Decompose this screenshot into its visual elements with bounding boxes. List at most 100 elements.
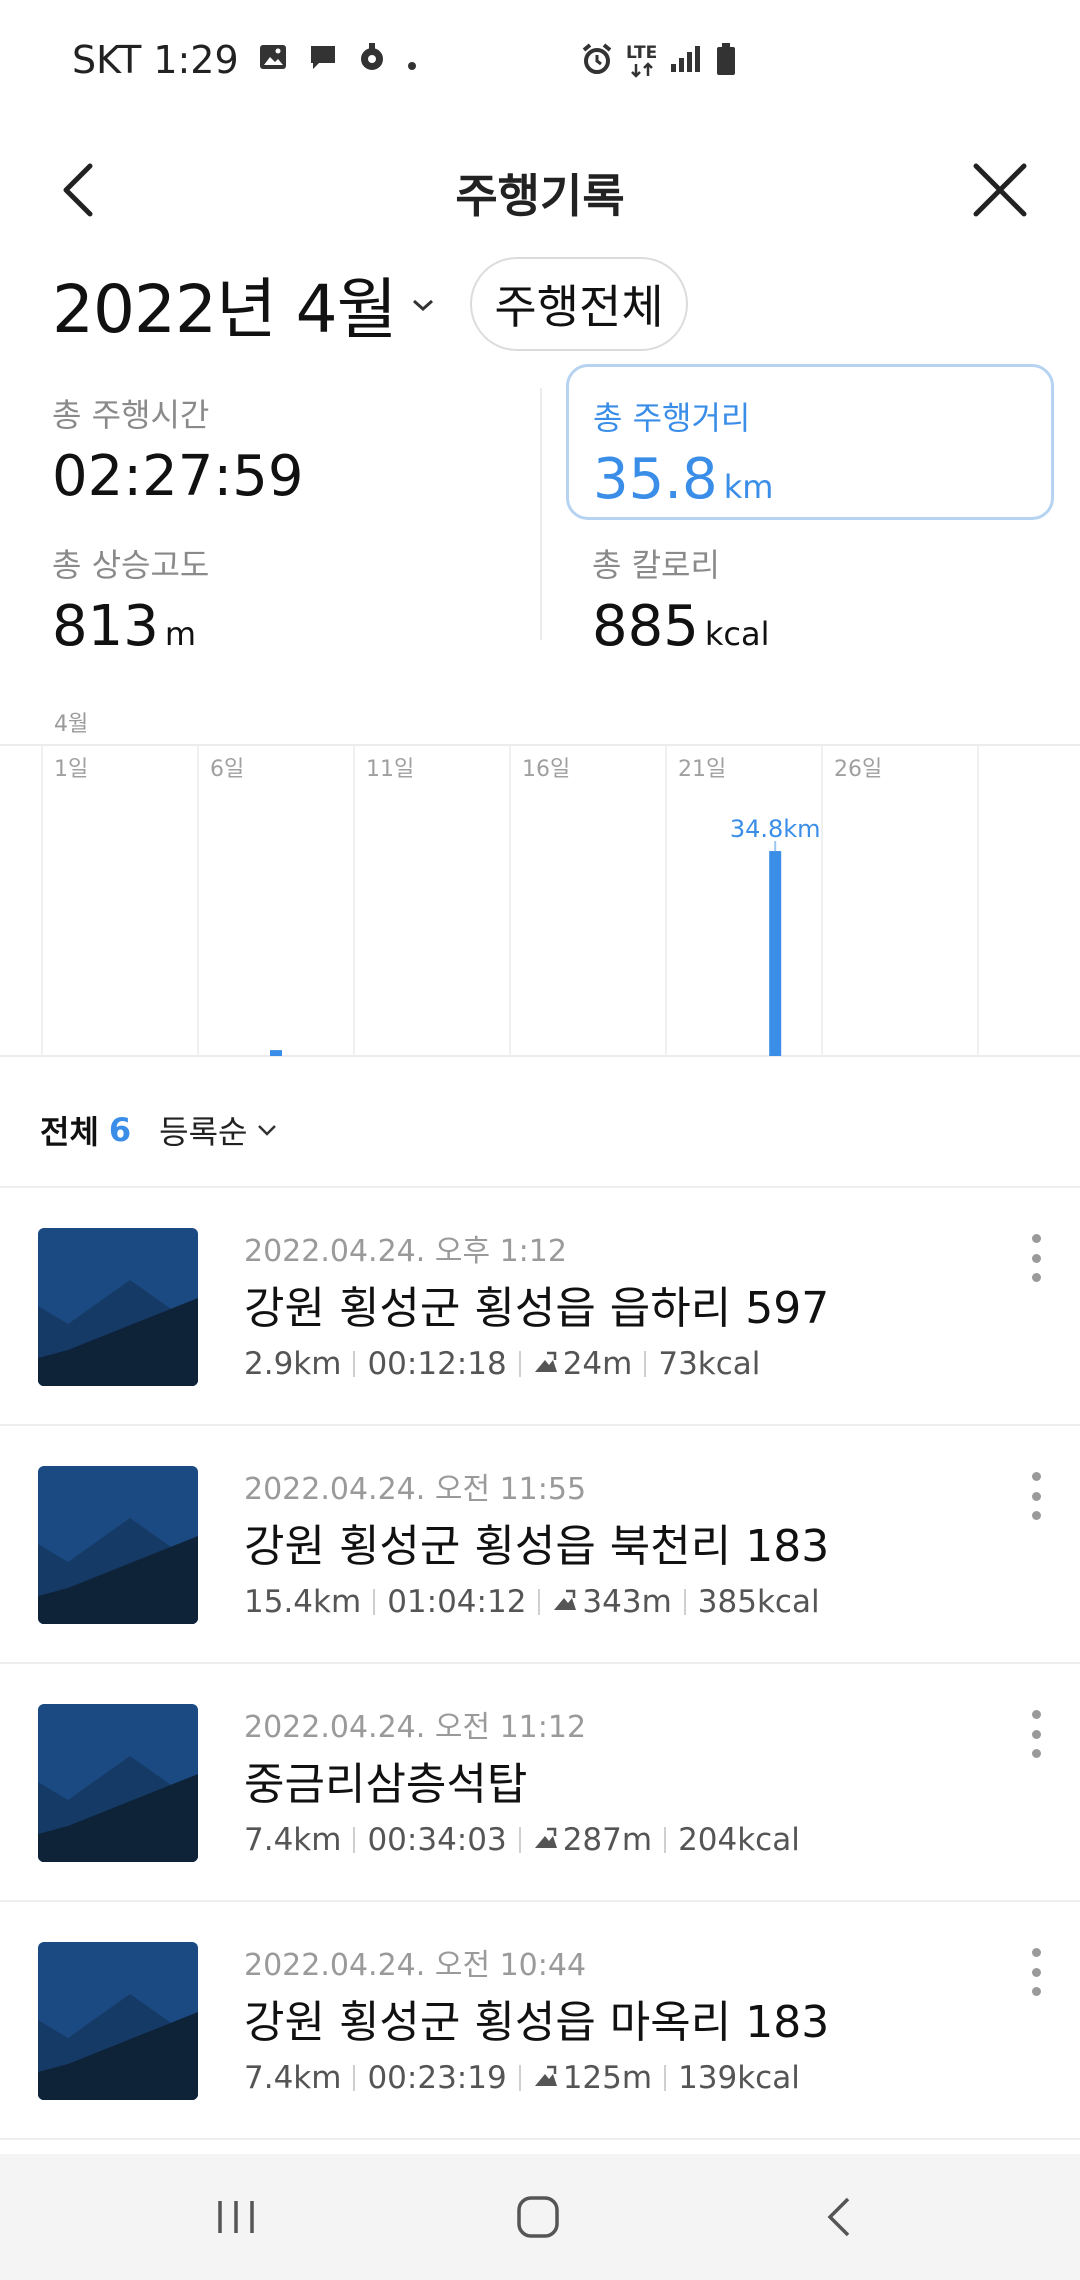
close-button[interactable] [960, 150, 1040, 230]
stat-separator [353, 1827, 356, 1853]
chart-tick-label: 26일 [834, 757, 882, 782]
ride-list-item[interactable]: 2022.04.24. 오전 11:12 중금리삼층석탑 7.4km 00:34… [0, 1664, 1080, 1902]
ride-calories: 204kcal [678, 1822, 800, 1858]
total-calorie-label: 총 칼로리 [592, 546, 720, 584]
status-bar: SKT 1:29 LTE [0, 0, 1080, 120]
stat-separator [518, 1351, 521, 1377]
total-count-value: 6 [108, 1111, 132, 1149]
home-icon [517, 2196, 559, 2238]
ride-date: 2022.04.24. 오전 11:55 [244, 1472, 587, 1507]
month-label: 2022년 4월 [52, 271, 397, 348]
stat-separator [353, 1351, 356, 1377]
chart-plot: 1일 6일 11일 16일 21일 26일 34.8km [0, 744, 1080, 1057]
ride-calories: 139kcal [678, 2060, 800, 2096]
status-right: LTE [580, 42, 737, 80]
ride-date: 2022.04.24. 오전 10:44 [244, 1948, 587, 1983]
more-dot-icon [1031, 1710, 1041, 1719]
total-elevation-stat[interactable]: 총 상승고도 813 m [52, 540, 209, 659]
total-calorie-unit: kcal [704, 615, 770, 653]
total-time-stat[interactable]: 총 주행시간 02:27:59 [52, 390, 304, 509]
page-title: 주행기록 [455, 169, 625, 223]
summary-stats: 총 주행시간 02:27:59 총 주행거리 35.8 km 총 상승고도 813… [0, 360, 1080, 660]
home-button[interactable] [508, 2187, 568, 2247]
chart-data-label: 34.8km [730, 815, 821, 843]
chart-tick-label: 16일 [522, 757, 570, 782]
stat-separator [518, 2065, 521, 2091]
chart-month-label: 4월 [54, 712, 89, 737]
chart-tick-label: 6일 [210, 757, 244, 782]
recents-button[interactable] [206, 2187, 266, 2247]
carrier-label: SKT [72, 38, 142, 82]
total-calorie-value: 885 [592, 594, 699, 659]
battery-icon [715, 42, 737, 80]
more-dot-icon [1031, 1472, 1041, 1481]
ride-elevation: 24m [562, 1346, 633, 1382]
month-selector[interactable]: 2022년 4월 [52, 256, 436, 352]
total-count-label: 전체 [40, 1113, 99, 1151]
total-distance-stat[interactable]: 총 주행거리 35.8 km [566, 364, 1054, 520]
stat-separator [353, 2065, 356, 2091]
more-dot-icon [1031, 1749, 1041, 1758]
more-options-button[interactable] [1018, 1228, 1054, 1288]
distance-chart[interactable]: 4월 1일 6일 11일 16일 21일 26일 34.8km [0, 700, 1080, 1060]
ride-name: 강원 횡성군 횡성읍 마옥리 183 [244, 1997, 830, 2048]
ride-distance: 7.4km [244, 1822, 342, 1858]
more-dot-icon [1031, 1511, 1041, 1520]
stats-divider [540, 388, 542, 640]
total-calorie-stat[interactable]: 총 칼로리 885 kcal [592, 540, 770, 659]
ride-distance: 2.9km [244, 1346, 342, 1382]
ride-list-item[interactable]: 2022.04.24. 오후 1:12 강원 횡성군 횡성읍 읍하리 597 2… [0, 1188, 1080, 1426]
ride-name: 강원 횡성군 횡성읍 북천리 183 [244, 1521, 830, 1572]
elevation-icon [533, 2060, 559, 2096]
back-icon [827, 2197, 850, 2237]
more-options-button[interactable] [1018, 1942, 1054, 2002]
more-options-button[interactable] [1018, 1466, 1054, 1526]
more-options-button[interactable] [1018, 1704, 1054, 1764]
clock: 1:29 [153, 38, 239, 82]
close-icon [973, 163, 1027, 217]
top-app-bar: 주행기록 [0, 120, 1080, 260]
stat-separator [664, 2065, 667, 2091]
stat-separator [644, 1351, 647, 1377]
ride-stats: 2.9km 00:12:18 24m 73kcal [244, 1346, 760, 1382]
ride-stats: 7.4km 00:34:03 287m 204kcal [244, 1822, 800, 1858]
ride-elevation: 343m [582, 1584, 672, 1620]
recents-icon [218, 2201, 254, 2233]
ride-list-item[interactable]: 2022.04.24. 오전 10:44 강원 횡성군 횡성읍 마옥리 183 … [0, 1902, 1080, 2140]
stat-separator [518, 1827, 521, 1853]
ride-name: 중금리삼층석탑 [244, 1759, 528, 1810]
ride-stats: 15.4km 01:04:12 343m 385kcal [244, 1584, 820, 1620]
ride-distance: 7.4km [244, 2060, 342, 2096]
message-icon [307, 38, 339, 82]
ride-date: 2022.04.24. 오전 11:12 [244, 1710, 587, 1745]
gallery-icon [257, 38, 289, 82]
list-header: 전체 6 등록순 [40, 1100, 279, 1160]
total-elevation-unit: m [164, 615, 197, 653]
ride-calories: 73kcal [658, 1346, 761, 1382]
total-elevation-value: 813 [52, 594, 159, 659]
ride-duration: 00:34:03 [367, 1822, 507, 1858]
ride-duration: 00:23:19 [367, 2060, 507, 2096]
alarm-icon [580, 42, 614, 80]
ride-duration: 01:04:12 [387, 1584, 527, 1620]
more-dot-icon [1031, 1253, 1041, 1263]
ride-filter-button[interactable]: 주행전체 [470, 257, 688, 351]
sort-dropdown[interactable]: 등록순 [159, 1107, 279, 1153]
chart-tick-label: 21일 [678, 757, 726, 782]
ride-list-item[interactable]: 2022.04.24. 오전 11:55 강원 횡성군 횡성읍 북천리 183 … [0, 1426, 1080, 1664]
route-thumbnail [38, 1942, 198, 2100]
more-dot-icon [1031, 1987, 1041, 1996]
stat-separator [683, 1589, 686, 1615]
chevron-down-icon [258, 1125, 277, 1136]
total-elevation-label: 총 상승고도 [52, 546, 210, 584]
total-distance-unit: km [723, 468, 774, 506]
more-dot-icon [1031, 1491, 1041, 1501]
ride-elevation: 125m [562, 2060, 653, 2096]
more-dot-icon [1031, 1729, 1041, 1739]
system-back-button[interactable] [810, 2187, 870, 2247]
status-left: SKT 1:29 [72, 38, 419, 82]
ride-calories: 385kcal [697, 1584, 820, 1620]
ride-elevation: 287m [562, 1822, 653, 1858]
more-dot-icon [1031, 1967, 1041, 1977]
system-nav-bar [0, 2154, 1080, 2280]
